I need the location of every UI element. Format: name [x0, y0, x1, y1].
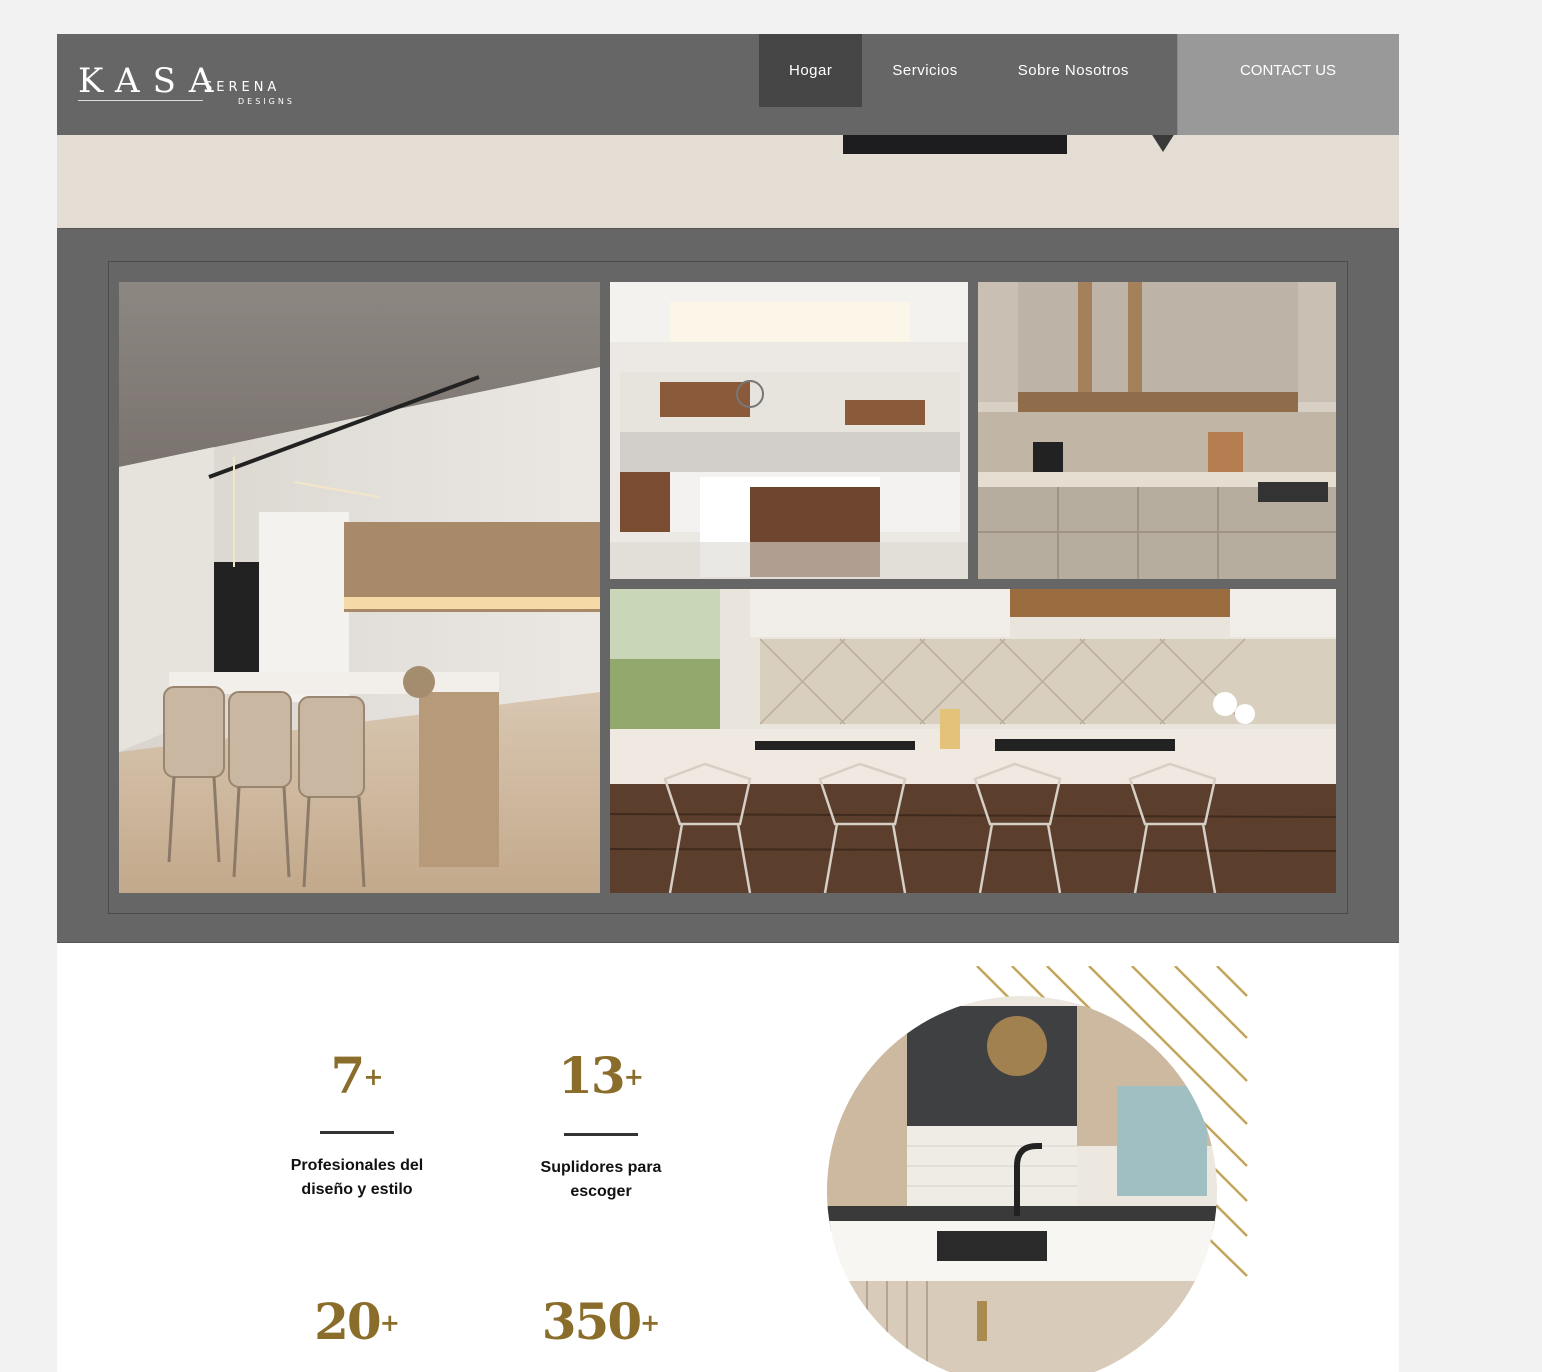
stat-divider — [564, 1133, 638, 1136]
stat-value: 350+ — [541, 1292, 661, 1351]
stat-third: 20+ — [257, 1294, 457, 1351]
contact-us-label: CONTACT US — [1239, 62, 1337, 79]
nav-item-servicios[interactable]: Servicios — [862, 34, 987, 107]
stat-label: Profesionales del diseño y estilo — [290, 1157, 424, 1198]
logo-tagline: DESIGNS — [238, 97, 295, 106]
page: KASA SERENA DESIGNS Hogar Servicios Sobr… — [57, 34, 1399, 1372]
gallery-frame — [108, 261, 1348, 914]
nav-item-hogar[interactable]: Hogar — [759, 34, 863, 107]
gallery-photo-beige-kitchen[interactable] — [978, 282, 1336, 579]
stat-fourth: 350+ — [501, 1294, 701, 1351]
logo-subtitle: SERENA — [204, 80, 281, 95]
gallery-photo-kitchen-island[interactable] — [119, 282, 600, 893]
contact-us-button[interactable]: CONTACT US — [1177, 34, 1399, 135]
stat-value: 13+ — [558, 1046, 644, 1105]
stat-professionals: 7+ Profesionales del diseño y estilo — [257, 1048, 457, 1202]
gallery-photo-wire-stools-kitchen[interactable] — [610, 589, 1336, 893]
stat-label: Suplidores para escoger — [540, 1159, 662, 1200]
logo-underline — [78, 100, 203, 101]
logo[interactable]: KASA SERENA DESIGNS — [78, 62, 318, 112]
stat-value: 7+ — [330, 1046, 384, 1105]
featured-kitchen-photo — [827, 965, 1249, 1372]
gallery-photo-white-wood-kitchen[interactable] — [610, 282, 968, 579]
gallery-section — [57, 228, 1399, 943]
stat-divider — [320, 1131, 394, 1134]
main-nav: Hogar Servicios Sobre Nosotros — [759, 34, 1159, 107]
nav-item-sobre-nosotros[interactable]: Sobre Nosotros — [988, 34, 1159, 107]
stat-suppliers: 13+ Suplidores para escoger — [501, 1048, 701, 1204]
stat-value: 20+ — [314, 1292, 400, 1351]
